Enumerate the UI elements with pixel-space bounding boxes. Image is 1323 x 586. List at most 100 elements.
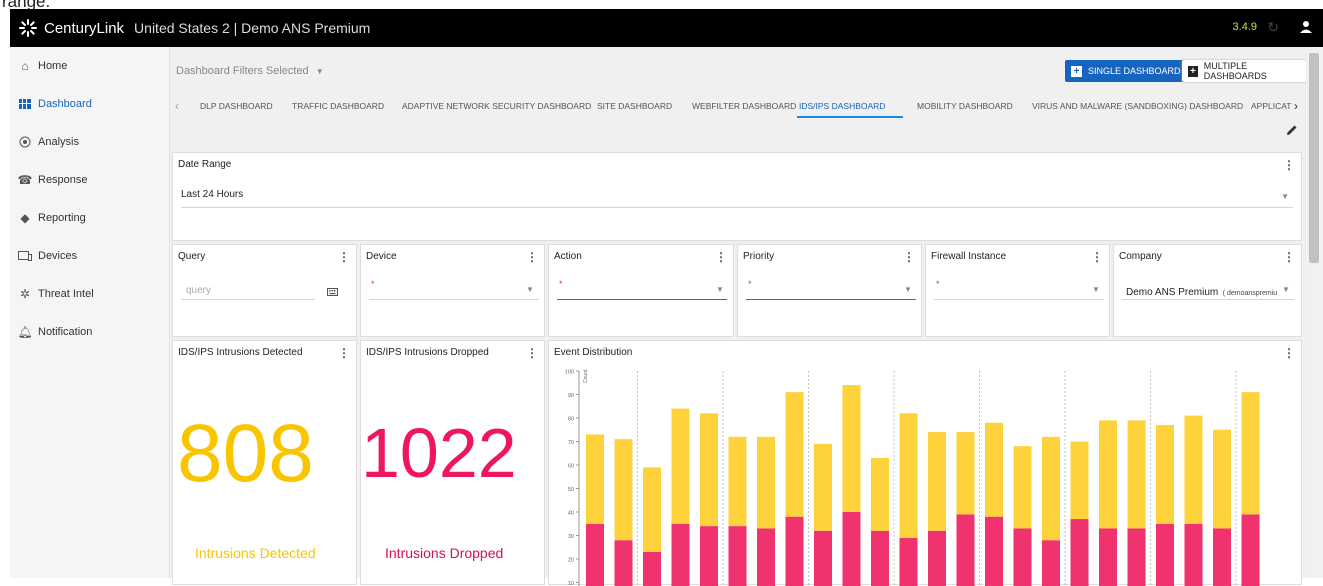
intrusions-dropped-value: 1022 <box>361 414 517 492</box>
query-underline <box>181 299 315 300</box>
tabs-scroll-left-icon[interactable]: ‹ <box>175 99 179 113</box>
device-card: Device ⋮ * ▼ <box>360 244 545 337</box>
dashboard-filters-dropdown[interactable]: Dashboard Filters Selected ▼ <box>176 65 324 77</box>
y-tick-label: 60 <box>568 464 574 470</box>
action-card: Action ⋮ * ▼ <box>548 244 734 337</box>
device-select[interactable]: * <box>371 279 375 289</box>
scrollbar-thumb[interactable] <box>1309 53 1319 263</box>
bar-segment-dropped <box>956 514 975 586</box>
more-vert-icon[interactable]: ⋮ <box>338 346 350 360</box>
more-vert-icon[interactable]: ⋮ <box>1283 346 1295 360</box>
sidebar-item-threat-intel[interactable]: ✲ Threat Intel <box>10 275 169 313</box>
more-vert-icon[interactable]: ⋮ <box>526 250 538 264</box>
logo[interactable]: CenturyLink <box>18 18 124 38</box>
sidebar-item-label: Response <box>38 174 88 186</box>
company-title: Company <box>1119 251 1162 262</box>
bar-segment-dropped <box>757 528 775 586</box>
priority-title: Priority <box>743 251 775 262</box>
single-dashboard-button[interactable]: + SINGLE DASHBOARD <box>1065 60 1187 82</box>
devices-icon <box>18 249 32 263</box>
y-tick-label: 80 <box>568 417 574 423</box>
bar-segment-detected <box>614 439 633 541</box>
keyboard-icon[interactable] <box>327 288 338 296</box>
more-vert-icon[interactable]: ⋮ <box>1283 250 1295 264</box>
intrusions-dropped-card: IDS/IPS Intrusions Dropped ⋮ 1022 Intrus… <box>360 340 545 585</box>
sidebar-item-devices[interactable]: Devices <box>10 237 169 275</box>
edit-pencil-icon[interactable] <box>1286 124 1298 136</box>
chevron-down-icon: ▼ <box>1281 192 1289 201</box>
scrollbar[interactable] <box>1306 47 1323 578</box>
device-title: Device <box>366 251 397 262</box>
user-icon[interactable] <box>1299 17 1313 37</box>
chevron-down-icon: ▼ <box>1092 285 1100 294</box>
sidebar-item-response[interactable]: ☎ Response <box>10 161 169 199</box>
multiple-dashboards-button[interactable]: + MULTIPLE DASHBOARDS <box>1182 60 1306 82</box>
bar-segment-dropped <box>1070 519 1089 586</box>
more-vert-icon[interactable]: ⋮ <box>903 250 915 264</box>
app-bar: CenturyLink United States 2 | Demo ANS P… <box>10 9 1323 47</box>
centurylink-logo-icon <box>19 19 37 37</box>
home-icon: ⌂ <box>21 59 29 73</box>
sidebar-item-notification[interactable]: 🔔︎ Notification <box>10 313 169 351</box>
more-vert-icon[interactable]: ⋮ <box>1091 250 1103 264</box>
y-tick-label: 40 <box>568 511 574 517</box>
action-select[interactable]: * <box>559 279 563 289</box>
bell-icon: 🔔︎ <box>17 325 33 339</box>
y-tick-label: 10 <box>568 581 574 586</box>
dashboard-grid-icon <box>18 97 32 111</box>
tab-mobility[interactable]: MOBILITY DASHBOARD <box>917 101 1013 111</box>
tab-ids-ips[interactable]: IDS/IPS DASHBOARD <box>799 101 885 111</box>
tab-dlp[interactable]: DLP DASHBOARD <box>200 101 273 111</box>
company-value-sub: ( demoanspremiu <box>1222 290 1278 297</box>
chevron-down-icon: ▼ <box>1282 285 1290 294</box>
event-distribution-title: Event Distribution <box>554 347 633 358</box>
query-input[interactable]: query <box>186 285 211 296</box>
more-vert-icon[interactable]: ⋮ <box>338 250 350 264</box>
bar-segment-detected <box>700 413 718 527</box>
sidebar-item-dashboard[interactable]: Dashboard <box>10 85 169 123</box>
tab-traffic[interactable]: TRAFFIC DASHBOARD <box>292 101 384 111</box>
bar-segment-dropped <box>785 516 804 586</box>
tab-adaptive-network-security[interactable]: ADAPTIVE NETWORK SECURITY DASHBOARD <box>402 101 591 111</box>
bar-segment-detected <box>643 467 661 552</box>
sidebar-item-analysis[interactable]: Analysis <box>10 123 169 161</box>
chevron-down-icon: ▼ <box>716 285 724 294</box>
bar-segment-detected <box>1070 441 1089 520</box>
bar-segment-dropped <box>1156 523 1174 586</box>
bar-segment-dropped <box>1099 528 1117 586</box>
bar-segment-detected <box>814 443 832 531</box>
bar-segment-detected <box>1042 436 1060 541</box>
bar-segment-dropped <box>671 523 690 586</box>
action-underline <box>557 299 727 300</box>
intrusions-detected-value: 808 <box>177 408 314 499</box>
sidebar-item-home[interactable]: ⌂ Home <box>10 47 169 85</box>
more-vert-icon[interactable]: ⋮ <box>715 250 727 264</box>
company-card: Company ⋮ Demo ANS Premium ( demoansprem… <box>1113 244 1302 337</box>
bar-segment-dropped <box>1184 523 1203 586</box>
refresh-icon[interactable]: ↻ <box>1267 19 1279 36</box>
y-tick-label: 30 <box>568 534 574 540</box>
tabs-scroll-right-icon[interactable]: › <box>1294 99 1298 113</box>
cropped-caption: range. <box>0 0 1323 9</box>
tab-application[interactable]: APPLICAT <box>1251 101 1291 111</box>
bar-segment-detected <box>956 432 975 515</box>
priority-select[interactable]: * <box>748 279 752 289</box>
company-select[interactable]: Demo ANS Premium ( demoanspremiu <box>1126 282 1277 300</box>
query-card: Query ⋮ query <box>172 244 357 337</box>
tab-site[interactable]: SITE DASHBOARD <box>597 101 672 111</box>
firewall-instance-select[interactable]: * <box>936 279 940 289</box>
tab-webfilter[interactable]: WEBFILTER DASHBOARD <box>692 101 796 111</box>
chevron-down-icon: ▼ <box>526 285 534 294</box>
bar-segment-dropped <box>1213 528 1231 586</box>
tab-virus-malware[interactable]: VIRUS AND MALWARE (SANDBOXING) DASHBOARD <box>1032 101 1243 111</box>
date-range-title: Date Range <box>178 159 232 170</box>
dashboard-tabs: ‹ DLP DASHBOARD TRAFFIC DASHBOARD ADAPTI… <box>170 93 1306 119</box>
more-vert-icon[interactable]: ⋮ <box>1283 158 1295 172</box>
more-vert-icon[interactable]: ⋮ <box>526 346 538 360</box>
bar-segment-dropped <box>586 523 604 586</box>
event-distribution-card: Event Distribution ⋮ 10 20 30 40 50 60 70 80 90 1… <box>548 340 1302 586</box>
bar-segment-detected <box>1241 392 1260 515</box>
sidebar-item-reporting[interactable]: ◆ Reporting <box>10 199 169 237</box>
active-tab-indicator <box>797 116 903 118</box>
date-range-select[interactable]: Last 24 Hours <box>181 189 243 200</box>
